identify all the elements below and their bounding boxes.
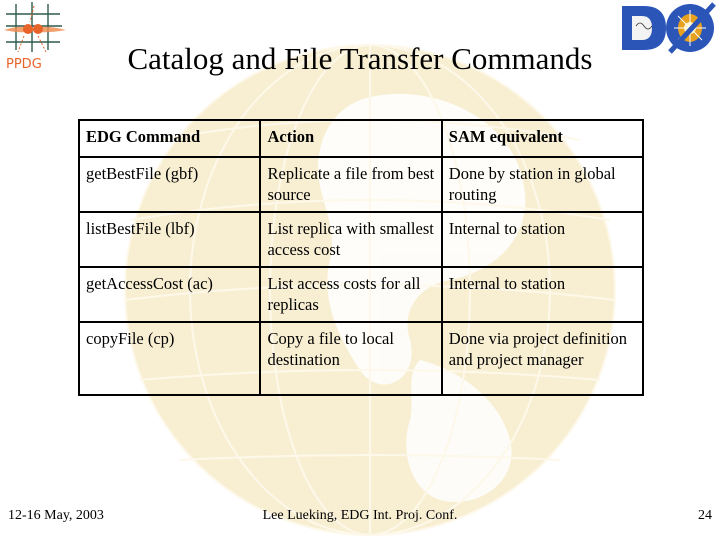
table-row: listBestFile (lbf) List replica with sma… (77, 211, 645, 268)
cell-edg-command: listBestFile (lbf) (77, 211, 262, 268)
cell-action: Copy a file to local destination (259, 321, 443, 396)
commands-table: EDG Command Action SAM equivalent getBes… (77, 119, 645, 396)
cell-edg-command: getAccessCost (ac) (77, 266, 262, 323)
cell-edg-command: copyFile (cp) (77, 321, 262, 396)
slide-title-text: Catalog and File Transfer Commands (127, 41, 593, 76)
table-row: copyFile (cp) Copy a file to local desti… (77, 321, 645, 396)
table-row: getBestFile (gbf) Replicate a file from … (77, 156, 645, 213)
table-row: getAccessCost (ac) List access costs for… (77, 266, 645, 323)
slide-number: 24 (698, 508, 712, 523)
cell-action: Replicate a file from best source (259, 156, 443, 213)
cell-sam-equivalent: Done by station in global routing (440, 156, 645, 213)
cell-action: List replica with smallest access cost (259, 211, 443, 268)
cell-sam-equivalent: Internal to station (440, 266, 645, 323)
cell-action: List access costs for all replicas (259, 266, 443, 323)
header-sam-equivalent: SAM equivalent (440, 119, 645, 158)
header-action: Action (259, 119, 443, 158)
cell-sam-equivalent: Done via project definition and project … (440, 321, 645, 396)
cell-edg-command: getBestFile (gbf) (77, 156, 262, 213)
header-edg-command: EDG Command (77, 119, 262, 158)
table-header-row: EDG Command Action SAM equivalent (77, 119, 645, 158)
cell-sam-equivalent: Internal to station (440, 211, 645, 268)
footer-author-conference: Lee Lueking, EDG Int. Proj. Conf. (262, 508, 458, 523)
slide-title: Catalog and File Transfer Commands (0, 40, 720, 78)
